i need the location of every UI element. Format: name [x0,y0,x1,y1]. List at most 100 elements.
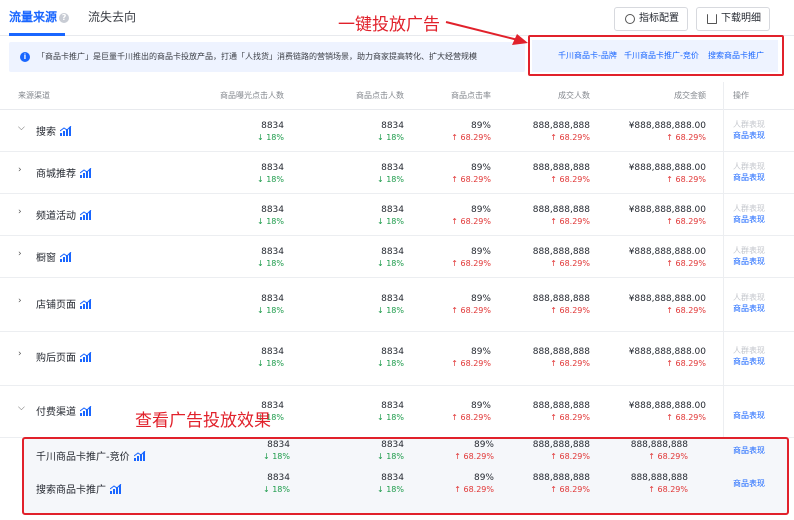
product-performance-link[interactable]: 商品表现 [733,410,765,421]
table-header: 来源渠道 商品曝光点击人数 商品点击人数 商品点击率 成交人数 成交金额 操作 [0,82,794,110]
clicks-cell: 8834 ↓ 18% [377,163,404,185]
table-row[interactable]: › 频道活动 8834 ↓ 18% 8834 ↓ 18% 89% ↑ 68.29% 888,88… [0,194,794,236]
channel-label: 频道活动 [36,211,76,222]
col-action: 操作 [733,91,749,100]
col-clicks: 商品点击人数 [356,91,404,100]
clicks-delta-value: 18% [386,133,404,142]
crowd-performance-link[interactable]: 人群表现 [733,161,765,172]
chevron-down-icon[interactable]: ⌵ [18,403,26,413]
clicks-value: 8834 [381,347,404,357]
crowd-performance-link[interactable]: 人群表现 [733,345,765,356]
clicks-delta: ↓ 18% [377,174,404,185]
product-performance-link[interactable]: 商品表现 [733,130,765,141]
buyers-delta-value: 68.29% [559,359,590,368]
ctr-cell: 89% ↑ 68.29% [451,347,491,369]
row-actions: 商品表现 [733,399,765,421]
clicks-delta: ↓ 18% [377,412,404,423]
chevron-right-icon[interactable]: › [18,296,26,306]
exposure-value: 8834 [261,247,284,257]
clicks-cell: 8834 ↓ 18% [377,247,404,269]
clicks-delta: ↓ 18% [377,258,404,269]
ctr-delta: ↑ 68.29% [451,412,491,423]
trend-chart-icon[interactable] [79,351,92,365]
clicks-delta-value: 18% [386,306,404,315]
channel-label: 购后页面 [36,353,76,364]
row-actions: 人群表现 商品表现 [733,245,765,267]
help-icon[interactable]: ? [59,13,70,23]
ctr-delta: ↑ 68.29% [451,216,491,227]
buyers-delta: ↑ 68.29% [533,174,590,185]
buyers-delta-value: 68.29% [559,133,590,142]
crowd-performance-link[interactable]: 人群表现 [733,203,765,214]
trend-chart-icon[interactable] [79,298,92,312]
chevron-right-icon[interactable]: › [18,207,26,217]
ctr-delta-value: 68.29% [460,259,491,268]
trend-chart-icon[interactable] [79,405,92,419]
exposure-cell: 8834 ↓ 18% [257,205,284,227]
clicks-delta-value: 18% [386,217,404,226]
chevron-down-icon[interactable]: ⌵ [18,123,26,133]
crowd-performance-link[interactable]: 人群表现 [733,119,765,130]
active-tab-indicator [9,33,65,36]
buyers-cell: 888,888,888 ↑ 68.29% [533,163,590,185]
clicks-delta-value: 18% [386,359,404,368]
arrow-down-icon: ↓ [376,306,387,315]
trend-chart-icon[interactable] [79,209,92,223]
ctr-value: 89% [470,294,491,304]
table-row[interactable]: ⌵ 搜索 8834 ↓ 18% 8834 ↓ 18% 89% ↑ 68.29% 888,888,… [0,110,794,152]
exposure-cell: 8834 ↓ 18% [257,163,284,185]
product-performance-link[interactable]: 商品表现 [733,214,765,225]
ctr-value: 89% [470,205,491,215]
crowd-performance-link[interactable]: 人群表现 [733,292,765,303]
buyers-value: 888,888,888 [532,294,590,304]
exposure-delta-value: 18% [266,259,284,268]
trend-chart-icon[interactable] [59,125,72,139]
clicks-cell: 8834 ↓ 18% [377,205,404,227]
amount-delta: ↑ 68.29% [629,412,706,423]
arrow-down-icon: ↓ [376,133,387,142]
clicks-delta: ↓ 18% [377,358,404,369]
product-performance-link[interactable]: 商品表现 [733,356,765,367]
exposure-value: 8834 [261,294,284,304]
trend-chart-icon[interactable] [59,251,72,265]
clicks-delta: ↓ 18% [377,216,404,227]
download-details-button[interactable]: 下载明细 [696,7,770,31]
arrow-down-icon: ↓ [256,175,267,184]
arrow-down-icon: ↓ [256,359,267,368]
amount-value: ¥888,888,888.00 [628,347,706,357]
buyers-delta-value: 68.29% [559,413,590,422]
amount-delta: ↑ 68.29% [629,216,706,227]
table-row[interactable]: › 橱窗 8834 ↓ 18% 8834 ↓ 18% 89% ↑ 68.29% 888,888,… [0,236,794,278]
table-row[interactable]: ⌵ 付费渠道 8834 ↓ 18% 8834 ↓ 18% 89% ↑ 68.29% 888,88… [0,386,794,438]
tab-traffic-loss[interactable]: 流失去向 [88,8,136,26]
table-row[interactable]: › 商城推荐 8834 ↓ 18% 8834 ↓ 18% 89% ↑ 68.29% 888,88… [0,152,794,194]
table-row[interactable]: › 店铺页面 8834 ↓ 18% 8834 ↓ 18% 89% ↑ 68.29% 888,88… [0,278,794,332]
crowd-performance-link[interactable]: 人群表现 [733,245,765,256]
buyers-value: 888,888,888 [532,205,590,215]
table-row[interactable]: › 购后页面 8834 ↓ 18% 8834 ↓ 18% 89% ↑ 68.29% 888,88… [0,332,794,386]
chevron-right-icon[interactable]: › [18,165,26,175]
tab-traffic-source[interactable]: 流量来源? [9,8,70,26]
buyers-cell: 888,888,888 ↑ 68.29% [533,121,590,143]
exposure-delta-value: 18% [266,133,284,142]
amount-value: ¥888,888,888.00 [628,205,706,215]
ctr-cell: 89% ↑ 68.29% [451,163,491,185]
chevron-right-icon[interactable]: › [18,349,26,359]
arrow-down-icon: ↓ [256,259,267,268]
annotation-arrow-icon [445,21,528,45]
buyers-value: 888,888,888 [532,121,590,131]
exposure-delta: ↓ 18% [257,216,284,227]
col-source: 来源渠道 [18,91,50,100]
ctr-value: 89% [470,247,491,257]
product-performance-link[interactable]: 商品表现 [733,256,765,267]
chevron-right-icon[interactable]: › [18,249,26,259]
product-performance-link[interactable]: 商品表现 [733,303,765,314]
buyers-delta-value: 68.29% [559,217,590,226]
trend-chart-icon[interactable] [79,167,92,181]
buyers-cell: 888,888,888 ↑ 68.29% [533,347,590,369]
product-performance-link[interactable]: 商品表现 [733,172,765,183]
action-spacer [733,399,765,410]
ctr-cell: 89% ↑ 68.29% [451,401,491,423]
amount-delta: ↑ 68.29% [629,258,706,269]
metrics-config-button[interactable]: 指标配置 [614,7,688,31]
